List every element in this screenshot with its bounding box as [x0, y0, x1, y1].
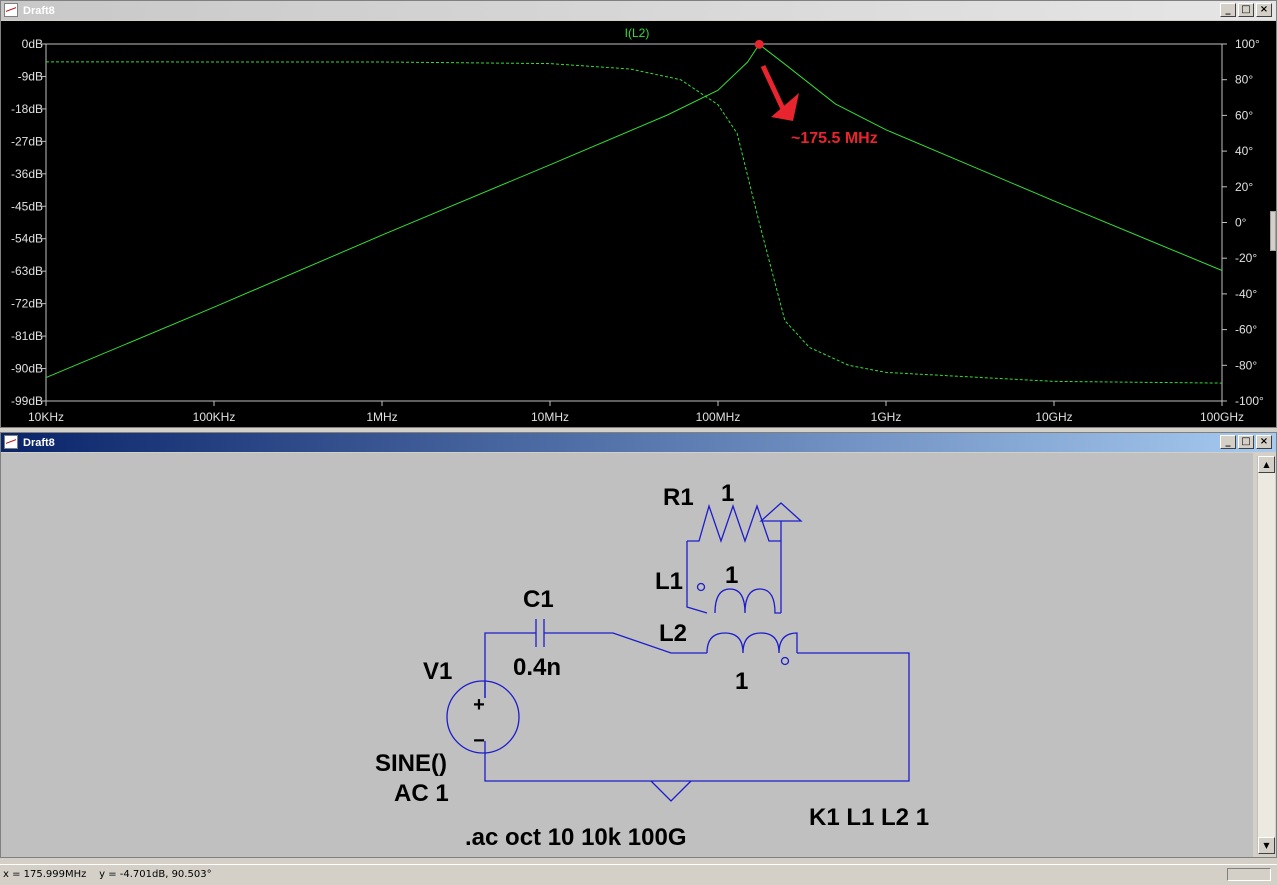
close-button[interactable]: ×	[1256, 3, 1272, 17]
y-right-tick-label: -100°	[1235, 394, 1264, 408]
cursor-marker[interactable]	[754, 39, 764, 49]
schematic-close-button[interactable]: ×	[1256, 435, 1272, 449]
x-tick-label: 10GHz	[1035, 410, 1072, 424]
frequency-annotation: ~175.5 MHz	[791, 130, 878, 147]
minimize-button[interactable]: _	[1220, 3, 1236, 17]
y-left-tick-label: -18dB	[11, 102, 43, 116]
directive-coupling[interactable]: K1 L1 L2 1	[809, 804, 929, 831]
label-v1-ac[interactable]: AC 1	[394, 780, 449, 807]
directive-ac-analysis[interactable]: .ac oct 10 10k 100G	[465, 824, 686, 851]
x-tick-label: 100GHz	[1200, 410, 1244, 424]
schematic-maximize-button[interactable]: □	[1238, 435, 1254, 449]
trace-label[interactable]: I(L2)	[625, 26, 650, 40]
label-l2-value[interactable]: 1	[735, 668, 748, 695]
y-left-tick-label: -99dB	[11, 394, 43, 408]
plot-window[interactable]: Draft8 _ □ × 10KHz 100KHz 1MHz 10MHz 100MHz 1…	[0, 0, 1277, 428]
x-tick-label: 100MHz	[696, 410, 741, 424]
label-l1[interactable]: L1	[655, 568, 683, 595]
x-tick-label: 10KHz	[28, 410, 64, 424]
y-right-tick-label: 40°	[1235, 144, 1253, 158]
x-tick-label: 100KHz	[193, 410, 236, 424]
scroll-up-arrow-icon[interactable]: ▲	[1258, 456, 1275, 473]
y-left-tick-label: -27dB	[11, 134, 43, 148]
y-left-tick-label: -45dB	[11, 199, 43, 213]
scroll-down-arrow-icon[interactable]: ▼	[1258, 837, 1275, 854]
schematic-window-title: Draft8	[23, 436, 55, 449]
label-r1[interactable]: R1	[663, 484, 694, 511]
y-right-tick-label: 80°	[1235, 73, 1253, 87]
x-tick-label: 10MHz	[531, 410, 569, 424]
schematic-minimize-button[interactable]: _	[1220, 435, 1236, 449]
y-right-tick-label: 60°	[1235, 108, 1253, 122]
v1-minus-sign: −	[473, 730, 485, 752]
status-bar-panel	[1227, 868, 1271, 881]
y-left-tick-label: -81dB	[11, 329, 43, 343]
y-right-tick-label: -20°	[1235, 251, 1257, 265]
schematic-vertical-scrollbar[interactable]: ▲ ▼	[1257, 456, 1275, 854]
label-l1-value[interactable]: 1	[725, 562, 738, 589]
waveform-app-icon	[4, 3, 18, 17]
schematic-background	[1, 453, 1253, 857]
x-tick-label: 1MHz	[366, 410, 397, 424]
y-right-tick-label: 0°	[1235, 216, 1247, 230]
status-bar: x = 175.999MHz y = -4.701dB, 90.503°	[0, 864, 1277, 885]
label-c1-value[interactable]: 0.4n	[513, 654, 561, 681]
schematic-window[interactable]: Draft8 _ □ × + − R1 1 L1 1 C1 0.4n L2 1 …	[0, 432, 1277, 858]
schematic-app-icon	[4, 435, 18, 449]
maximize-button[interactable]: □	[1238, 3, 1254, 17]
schematic-window-titlebar[interactable]: Draft8 _ □ ×	[1, 433, 1276, 452]
y-right-tick-label: 20°	[1235, 180, 1253, 194]
x-tick-label: 1GHz	[871, 410, 902, 424]
schematic-canvas[interactable]: + − R1 1 L1 1 C1 0.4n L2 1 V1 SINE() AC …	[1, 453, 1253, 857]
y-right-tick-label: 100°	[1235, 37, 1260, 51]
label-r1-value[interactable]: 1	[721, 480, 734, 507]
y-left-tick-label: -54dB	[11, 232, 43, 246]
plot-background	[1, 21, 1276, 427]
v1-plus-sign: +	[473, 694, 485, 716]
cursor-readout: x = 175.999MHz y = -4.701dB, 90.503°	[3, 869, 212, 880]
label-v1-function[interactable]: SINE()	[375, 750, 447, 777]
y-left-tick-label: -36dB	[11, 167, 43, 181]
plot-right-edge-handle[interactable]	[1270, 211, 1276, 251]
label-v1[interactable]: V1	[423, 658, 452, 685]
label-c1[interactable]: C1	[523, 586, 554, 613]
y-left-tick-label: 0dB	[22, 37, 43, 51]
y-right-tick-label: -80°	[1235, 358, 1257, 372]
y-left-tick-label: -72dB	[11, 297, 43, 311]
plot-window-titlebar[interactable]: Draft8 _ □ ×	[1, 1, 1276, 20]
label-l2[interactable]: L2	[659, 620, 687, 647]
bode-plot[interactable]: 10KHz 100KHz 1MHz 10MHz 100MHz 1GHz 10GHz 100GH…	[1, 21, 1276, 427]
y-left-tick-label: -9dB	[18, 69, 43, 83]
y-right-tick-label: -40°	[1235, 287, 1257, 301]
plot-window-title: Draft8	[23, 4, 55, 17]
y-left-tick-label: -90dB	[11, 362, 43, 376]
y-right-tick-label: -60°	[1235, 323, 1257, 337]
y-left-tick-label: -63dB	[11, 264, 43, 278]
